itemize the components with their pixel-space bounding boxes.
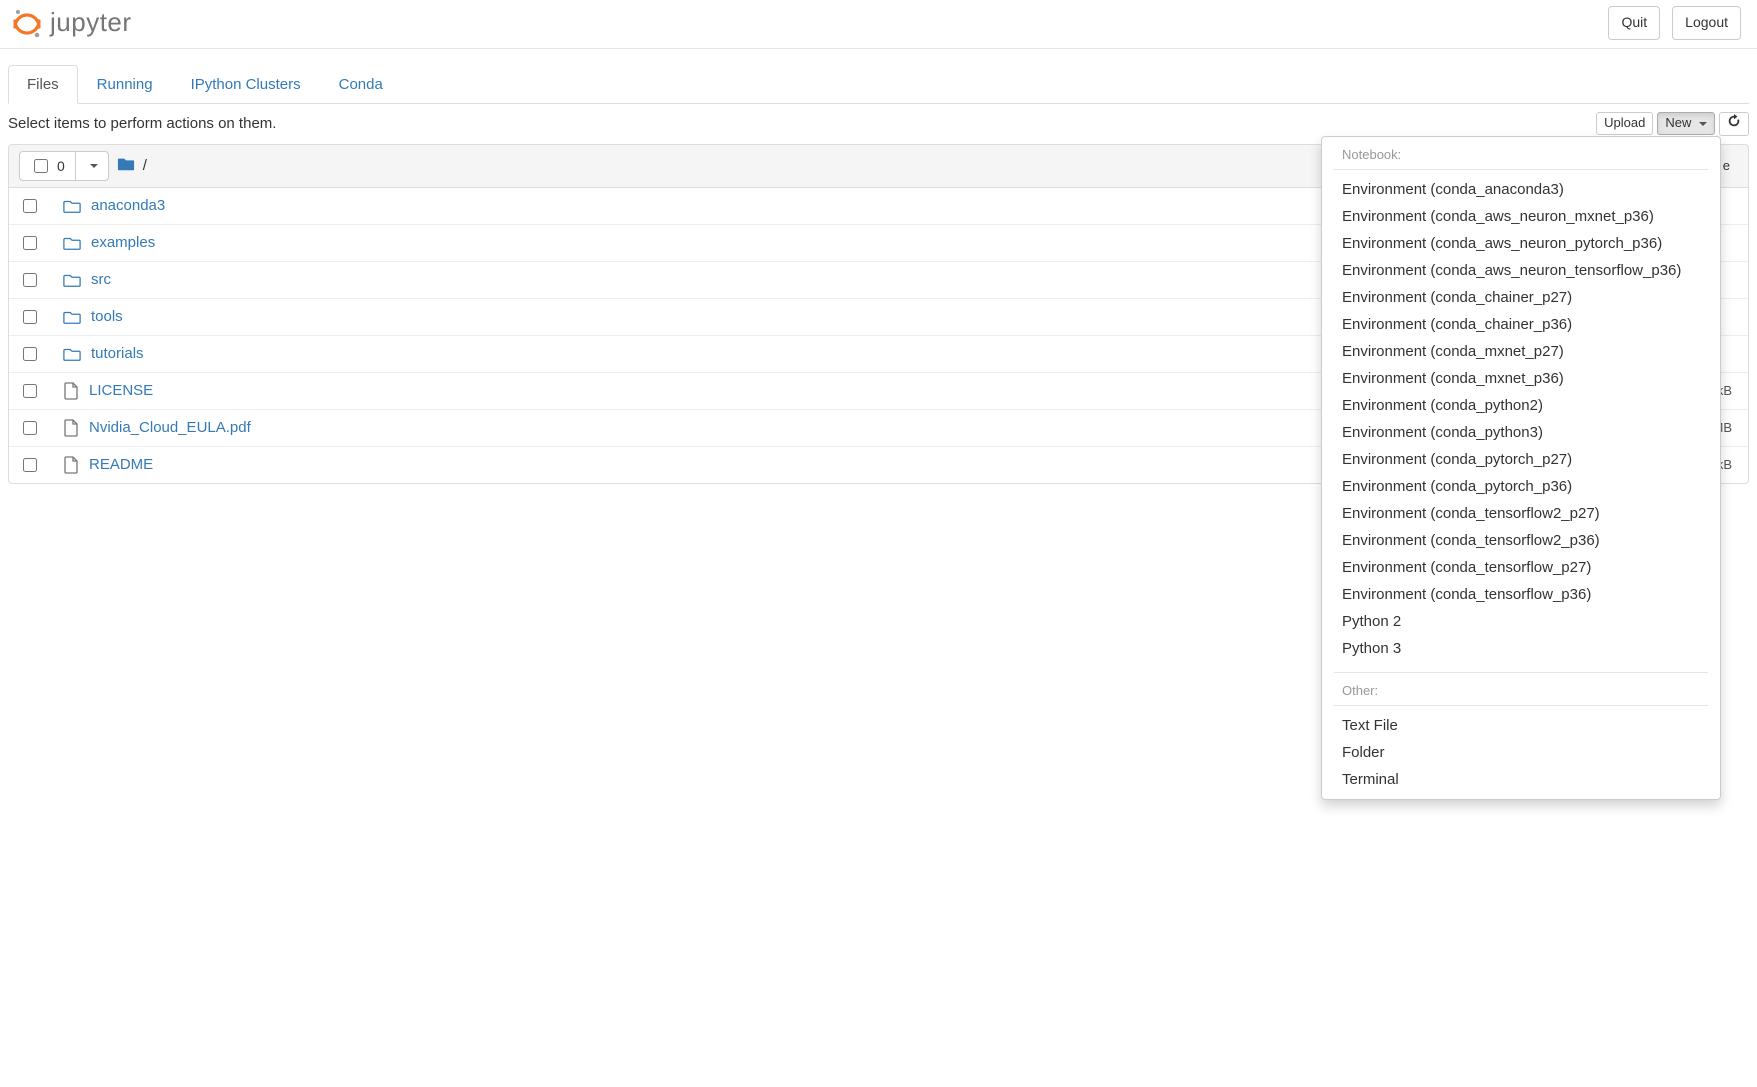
folder-icon: [63, 198, 81, 214]
tab-conda[interactable]: Conda: [320, 65, 402, 104]
row-checkbox[interactable]: [23, 310, 37, 324]
file-link[interactable]: tutorials: [91, 345, 144, 362]
caret-down-icon: [1699, 122, 1707, 126]
new-menu-item[interactable]: Environment (conda_anaconda3): [1322, 176, 1720, 203]
new-menu-item[interactable]: Environment (conda_chainer_p27): [1322, 284, 1720, 311]
selected-count: 0: [57, 158, 65, 174]
select-menu-toggle[interactable]: [75, 152, 108, 180]
new-menu-item[interactable]: Environment (conda_chainer_p36): [1322, 311, 1720, 338]
new-menu-item[interactable]: Environment (conda_aws_neuron_mxnet_p36): [1322, 203, 1720, 230]
new-menu-item[interactable]: Environment (conda_tensorflow2_p27): [1322, 500, 1720, 527]
row-checkbox[interactable]: [23, 421, 37, 435]
new-dropdown: Notebook: Environment (conda_anaconda3)E…: [1321, 136, 1721, 800]
new-menu-item[interactable]: Environment (conda_aws_neuron_tensorflow…: [1322, 257, 1720, 284]
new-button[interactable]: New: [1657, 112, 1715, 135]
new-menu-item[interactable]: Text File: [1322, 712, 1720, 739]
row-checkbox[interactable]: [23, 236, 37, 250]
refresh-icon: [1727, 114, 1741, 128]
row-checkbox[interactable]: [23, 458, 37, 472]
breadcrumb-root-icon[interactable]: [117, 156, 135, 175]
select-all-group: 0: [19, 151, 109, 181]
refresh-button[interactable]: [1719, 112, 1749, 136]
folder-icon: [63, 272, 81, 288]
file-icon: [63, 456, 79, 474]
new-menu-item[interactable]: Environment (conda_mxnet_p27): [1322, 338, 1720, 365]
jupyter-logo[interactable]: jupyter: [12, 7, 132, 38]
folder-icon: [63, 235, 81, 251]
folder-icon: [117, 156, 135, 172]
new-menu-item[interactable]: Environment (conda_mxnet_p36): [1322, 365, 1720, 392]
file-icon: [63, 382, 79, 400]
new-menu-item[interactable]: Environment (conda_tensorflow_p27): [1322, 554, 1720, 581]
file-link[interactable]: examples: [91, 234, 155, 251]
file-link[interactable]: Nvidia_Cloud_EULA.pdf: [89, 419, 251, 436]
dropdown-divider: [1334, 169, 1708, 170]
tab-files[interactable]: Files: [8, 65, 78, 104]
file-link[interactable]: LICENSE: [89, 382, 153, 399]
new-menu-item[interactable]: Environment (conda_python3): [1322, 419, 1720, 446]
dropdown-divider: [1334, 672, 1708, 673]
caret-down-icon: [90, 164, 98, 168]
new-menu-item[interactable]: Environment (conda_pytorch_p36): [1322, 473, 1720, 500]
row-checkbox[interactable]: [23, 273, 37, 287]
toolbar: Upload New Notebook: Environment (conda_…: [1596, 112, 1749, 136]
row-checkbox[interactable]: [23, 199, 37, 213]
new-menu-item[interactable]: Python 3: [1322, 635, 1720, 662]
quit-button[interactable]: Quit: [1608, 6, 1660, 40]
dropdown-section-other: Other:: [1322, 679, 1720, 701]
upload-button[interactable]: Upload: [1596, 112, 1653, 135]
dropdown-section-notebook: Notebook:: [1322, 143, 1720, 165]
row-checkbox[interactable]: [23, 347, 37, 361]
file-link[interactable]: tools: [91, 308, 123, 325]
folder-icon: [63, 346, 81, 362]
new-menu-item[interactable]: Folder: [1322, 739, 1720, 766]
file-icon: [63, 419, 79, 437]
tab-ipython-clusters[interactable]: IPython Clusters: [172, 65, 320, 104]
new-menu-item[interactable]: Environment (conda_tensorflow_p36): [1322, 581, 1720, 608]
new-menu-item[interactable]: Environment (conda_pytorch_p27): [1322, 446, 1720, 473]
new-menu-item[interactable]: Terminal: [1322, 766, 1720, 793]
new-menu-item[interactable]: Environment (conda_aws_neuron_pytorch_p3…: [1322, 230, 1720, 257]
column-filesize[interactable]: e: [1723, 158, 1730, 173]
file-link[interactable]: src: [91, 271, 111, 288]
logo-text: jupyter: [50, 7, 132, 38]
selection-hint: Select items to perform actions on them.: [8, 115, 276, 132]
row-checkbox[interactable]: [23, 384, 37, 398]
new-button-label: New: [1665, 115, 1691, 130]
dropdown-divider: [1334, 705, 1708, 706]
jupyter-logo-icon: [12, 8, 42, 38]
logout-button[interactable]: Logout: [1672, 6, 1741, 40]
select-all-checkbox[interactable]: [34, 159, 48, 173]
breadcrumb-separator: /: [143, 157, 147, 174]
header-bar: jupyter Quit Logout: [0, 0, 1757, 49]
new-menu-item[interactable]: Environment (conda_tensorflow2_p36): [1322, 527, 1720, 554]
file-link[interactable]: README: [89, 456, 153, 473]
folder-icon: [63, 309, 81, 325]
new-menu-item[interactable]: Python 2: [1322, 608, 1720, 635]
new-menu-item[interactable]: Environment (conda_python2): [1322, 392, 1720, 419]
main-tabs: FilesRunningIPython ClustersConda: [8, 65, 1749, 104]
tab-running[interactable]: Running: [78, 65, 172, 104]
file-link[interactable]: anaconda3: [91, 197, 165, 214]
